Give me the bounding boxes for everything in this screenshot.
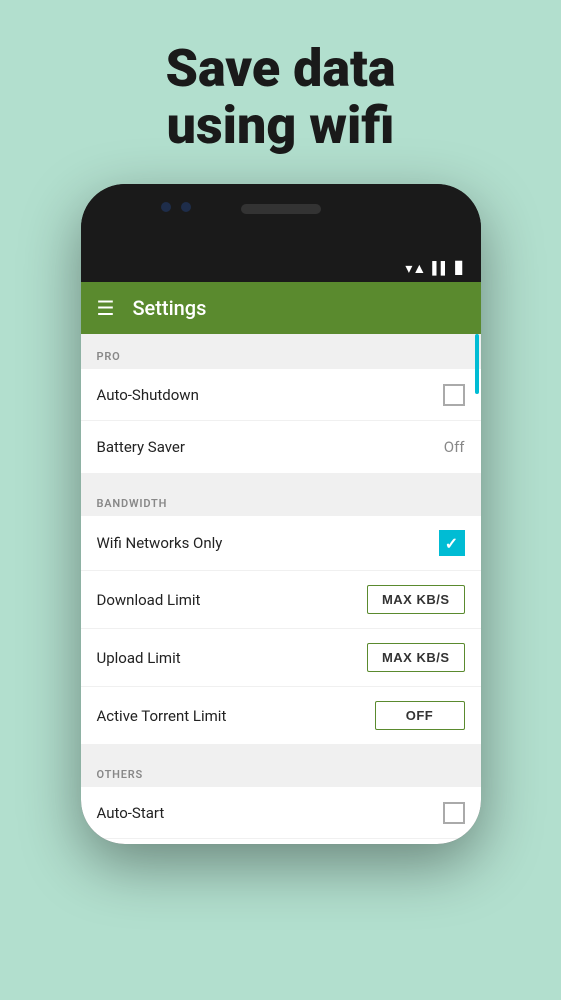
phone-device: ▾▲ ▌▌ ▊ ☰ Settings PRO Auto-Shutdown bbox=[81, 184, 481, 844]
section-header-pro: PRO bbox=[81, 334, 481, 369]
setting-row-torrent-limit: Active Torrent Limit OFF bbox=[81, 687, 481, 744]
settings-group-others: Auto-Start Default Download Folder CHANG… bbox=[81, 787, 481, 844]
wifi-networks-checkbox[interactable] bbox=[439, 530, 465, 556]
phone-top-bar bbox=[81, 184, 481, 254]
hero-title: Save data using wifi bbox=[0, 40, 561, 154]
hamburger-menu-icon[interactable]: ☰ bbox=[97, 296, 115, 320]
torrent-limit-button[interactable]: OFF bbox=[375, 701, 465, 730]
auto-start-checkbox[interactable] bbox=[443, 802, 465, 824]
section-header-others: OTHERS bbox=[81, 752, 481, 787]
setting-row-battery-saver[interactable]: Battery Saver Off bbox=[81, 421, 481, 473]
upload-limit-button[interactable]: MAX KB/S bbox=[367, 643, 465, 672]
section-bandwidth: BANDWIDTH Wifi Networks Only Download Li… bbox=[81, 481, 481, 744]
phone-container: ▾▲ ▌▌ ▊ ☰ Settings PRO Auto-Shutdown bbox=[0, 184, 561, 844]
camera-right-icon bbox=[181, 202, 191, 212]
auto-shutdown-checkbox[interactable] bbox=[443, 384, 465, 406]
setting-row-download-limit: Download Limit MAX KB/S bbox=[81, 571, 481, 629]
battery-saver-label: Battery Saver bbox=[97, 438, 185, 456]
upload-limit-label: Upload Limit bbox=[97, 649, 181, 667]
hero-section: Save data using wifi bbox=[0, 0, 561, 184]
setting-row-auto-shutdown: Auto-Shutdown bbox=[81, 369, 481, 421]
wifi-networks-label: Wifi Networks Only bbox=[97, 534, 223, 552]
toolbar-title: Settings bbox=[132, 296, 206, 320]
settings-group-pro: Auto-Shutdown Battery Saver Off bbox=[81, 369, 481, 473]
settings-group-bandwidth: Wifi Networks Only Download Limit MAX KB… bbox=[81, 516, 481, 744]
section-header-bandwidth: BANDWIDTH bbox=[81, 481, 481, 516]
status-bar: ▾▲ ▌▌ ▊ bbox=[81, 254, 481, 282]
setting-row-download-folder: Default Download Folder CHANGE bbox=[81, 839, 481, 844]
battery-icon: ▊ bbox=[455, 261, 464, 275]
auto-shutdown-label: Auto-Shutdown bbox=[97, 386, 199, 404]
setting-row-auto-start: Auto-Start bbox=[81, 787, 481, 839]
section-pro: PRO Auto-Shutdown Battery Saver Off bbox=[81, 334, 481, 473]
app-toolbar: ☰ Settings bbox=[81, 282, 481, 334]
setting-row-wifi-networks: Wifi Networks Only bbox=[81, 516, 481, 571]
camera-left-icon bbox=[161, 202, 171, 212]
battery-saver-value: Off bbox=[444, 438, 465, 456]
setting-row-upload-limit: Upload Limit MAX KB/S bbox=[81, 629, 481, 687]
signal-icon: ▌▌ bbox=[432, 261, 449, 275]
download-limit-button[interactable]: MAX KB/S bbox=[367, 585, 465, 614]
phone-speaker bbox=[241, 204, 321, 214]
settings-content: PRO Auto-Shutdown Battery Saver Off bbox=[81, 334, 481, 844]
auto-start-label: Auto-Start bbox=[97, 804, 165, 822]
wifi-icon: ▾▲ bbox=[405, 260, 426, 277]
scroll-indicator bbox=[475, 334, 479, 394]
section-others: OTHERS Auto-Start Default Download Folde… bbox=[81, 752, 481, 844]
torrent-limit-label: Active Torrent Limit bbox=[97, 707, 227, 725]
download-limit-label: Download Limit bbox=[97, 591, 201, 609]
